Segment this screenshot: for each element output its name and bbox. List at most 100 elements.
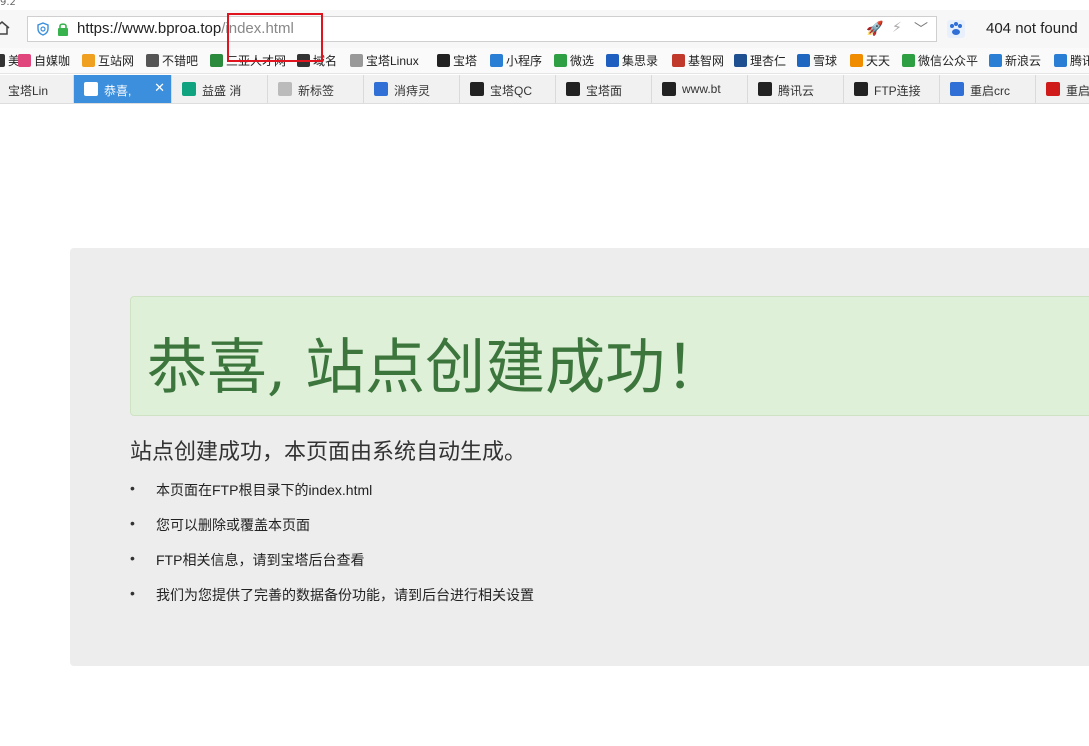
lock-icon (58, 23, 68, 36)
medical-icon (182, 82, 196, 96)
highlight-annotation (227, 13, 323, 62)
list-item: 本页面在FTP根目录下的index.html (130, 480, 534, 515)
tab-label: 重启crc (970, 84, 1010, 98)
bookmark-item[interactable]: 微信公众平 (902, 52, 978, 69)
bookmark-label: 集思录 (622, 54, 659, 68)
rocket-icon (850, 54, 863, 67)
m-icon (490, 54, 503, 67)
bookmark-label: 宝塔Linux (366, 54, 419, 68)
list-item: 您可以删除或覆盖本页面 (130, 515, 534, 550)
page-title: 恭喜, 站点创建成功！ (147, 333, 726, 403)
bookmark-label: 小程序 (506, 54, 543, 68)
tab-label: 宝塔QC (490, 84, 533, 98)
bookmark-item[interactable]: 宝塔 (437, 52, 477, 69)
paw-icon[interactable] (947, 20, 965, 38)
bookmarks-bar: 美自媒咖 互站网 不错吧 三亚人才网 域名 宝塔Linux 宝塔 小程序 微选 集思录 基智网 理杏仁… (0, 48, 1089, 74)
chevron-down-icon[interactable]: ﹀ (914, 19, 928, 39)
tab[interactable]: 消痔灵 (364, 75, 460, 103)
snowball-icon (797, 54, 810, 67)
tab[interactable]: 腾讯云 (748, 75, 844, 103)
address-bar[interactable]: https://www.bproa.top/index.html 🚀 ⚡ ﹀ (27, 16, 937, 42)
bookmark-item[interactable]: 集思录 (606, 52, 658, 69)
shield-icon (37, 22, 49, 36)
cloud-icon (989, 54, 1002, 67)
bookmark-item[interactable]: 美 (0, 52, 20, 69)
rocket-icon[interactable]: 🚀 (866, 21, 883, 37)
select-icon (554, 54, 567, 67)
bt-icon (662, 82, 676, 96)
tab[interactable]: 益盛 消 (172, 75, 268, 103)
bookmark-label: 微选 (570, 54, 595, 68)
search-input[interactable]: 404 not found (986, 20, 1078, 37)
tab[interactable]: 宝塔QC (460, 75, 556, 103)
landscape-icon (210, 54, 223, 67)
paw-icon (950, 82, 964, 96)
tab-label: 宝塔Lin (8, 84, 49, 98)
paw-icon (374, 82, 388, 96)
bookmark-item[interactable]: 小程序 (490, 52, 542, 69)
tab-label: 恭喜, (104, 84, 132, 98)
bookmark-item[interactable]: 新浪云 (989, 52, 1041, 69)
bookmark-label: 自媒咖 (34, 54, 71, 68)
flower-icon (18, 54, 31, 67)
success-alert: 恭喜, 站点创建成功！ (130, 296, 1089, 416)
tab[interactable]: FTP连接 (844, 75, 940, 103)
c-icon (1046, 82, 1060, 96)
site-icon (82, 54, 95, 67)
page-icon (84, 82, 98, 96)
tab-label: 宝塔面 (586, 84, 623, 98)
bookmark-item[interactable]: 宝塔Linux (350, 52, 419, 69)
info-list: 本页面在FTP根目录下的index.html 您可以删除或覆盖本页面 FTP相关… (130, 480, 534, 620)
cut-icon (0, 54, 5, 67)
page-icon (350, 54, 363, 67)
bookmark-label: 不错吧 (162, 54, 199, 68)
list-item: FTP相关信息，请到宝塔后台查看 (130, 550, 534, 585)
page-subtitle: 站点创建成功，本页面由系统自动生成。 (130, 440, 527, 465)
tab-bar: 宝塔Lin 恭喜, ✕ 益盛 消 新标签 消痔灵 宝塔QC 宝塔面 www.bt 腾讯云 FTP连接… (0, 75, 1089, 104)
bookmark-item[interactable]: 微选 (554, 52, 594, 69)
lightning-icon[interactable]: ⚡ (892, 20, 902, 36)
bookmark-item[interactable]: 基智网 (672, 52, 724, 69)
close-icon[interactable]: ✕ (154, 80, 165, 96)
bookmark-item[interactable]: 雪球 (797, 52, 837, 69)
tab[interactable]: 宝塔Lin (0, 75, 74, 103)
content-panel: 恭喜, 站点创建成功！ 站点创建成功，本页面由系统自动生成。 本页面在FTP根目… (70, 248, 1089, 666)
tab-label: 益盛 消 (202, 84, 242, 98)
bookmark-item[interactable]: 理杏仁 (734, 52, 786, 69)
home-icon[interactable] (0, 20, 10, 36)
bookmark-label: 基智网 (688, 54, 725, 68)
tab[interactable]: www.bt (652, 75, 748, 103)
tab-label: www.bt (682, 82, 721, 96)
browser-toolbar: https://www.bproa.top/index.html 🚀 ⚡ ﹀ 4… (0, 10, 1089, 49)
bookmark-item[interactable]: 不错吧 (146, 52, 198, 69)
grid-icon (278, 82, 292, 96)
refresh-icon (146, 54, 159, 67)
tab[interactable]: 重启 (1036, 75, 1089, 103)
tab-label: FTP连接 (874, 84, 921, 98)
tab[interactable]: 恭喜, ✕ (74, 75, 172, 103)
bookmark-item[interactable]: 腾讯 (1054, 52, 1089, 69)
bookmark-label: 新浪云 (1005, 54, 1042, 68)
tab[interactable]: 重启crc (940, 75, 1036, 103)
wechat-icon (902, 54, 915, 67)
s-icon (672, 54, 685, 67)
cloud-icon (1054, 54, 1067, 67)
bookmark-label: 天天 (866, 54, 891, 68)
bookmark-label: 互站网 (98, 54, 135, 68)
tab-label: 新标签 (298, 84, 335, 98)
url-host: https://www.bproa.top (77, 20, 222, 37)
bt-icon (437, 54, 450, 67)
leaf-icon (734, 54, 747, 67)
bookmark-item[interactable]: 天天 (850, 52, 890, 69)
version-text: 9.2 (0, 0, 16, 8)
tab[interactable]: 宝塔面 (556, 75, 652, 103)
bt-icon (470, 82, 484, 96)
bookmark-item[interactable]: 自媒咖 (18, 52, 70, 69)
list-item: 我们为您提供了完善的数据备份功能，请到后台进行相关设置 (130, 585, 534, 620)
bt-icon (758, 82, 772, 96)
bookmark-item[interactable]: 互站网 (82, 52, 134, 69)
bookmark-label: 雪球 (813, 54, 838, 68)
tab[interactable]: 新标签 (268, 75, 364, 103)
bookmark-label: 宝塔 (453, 54, 478, 68)
drop-icon (606, 54, 619, 67)
